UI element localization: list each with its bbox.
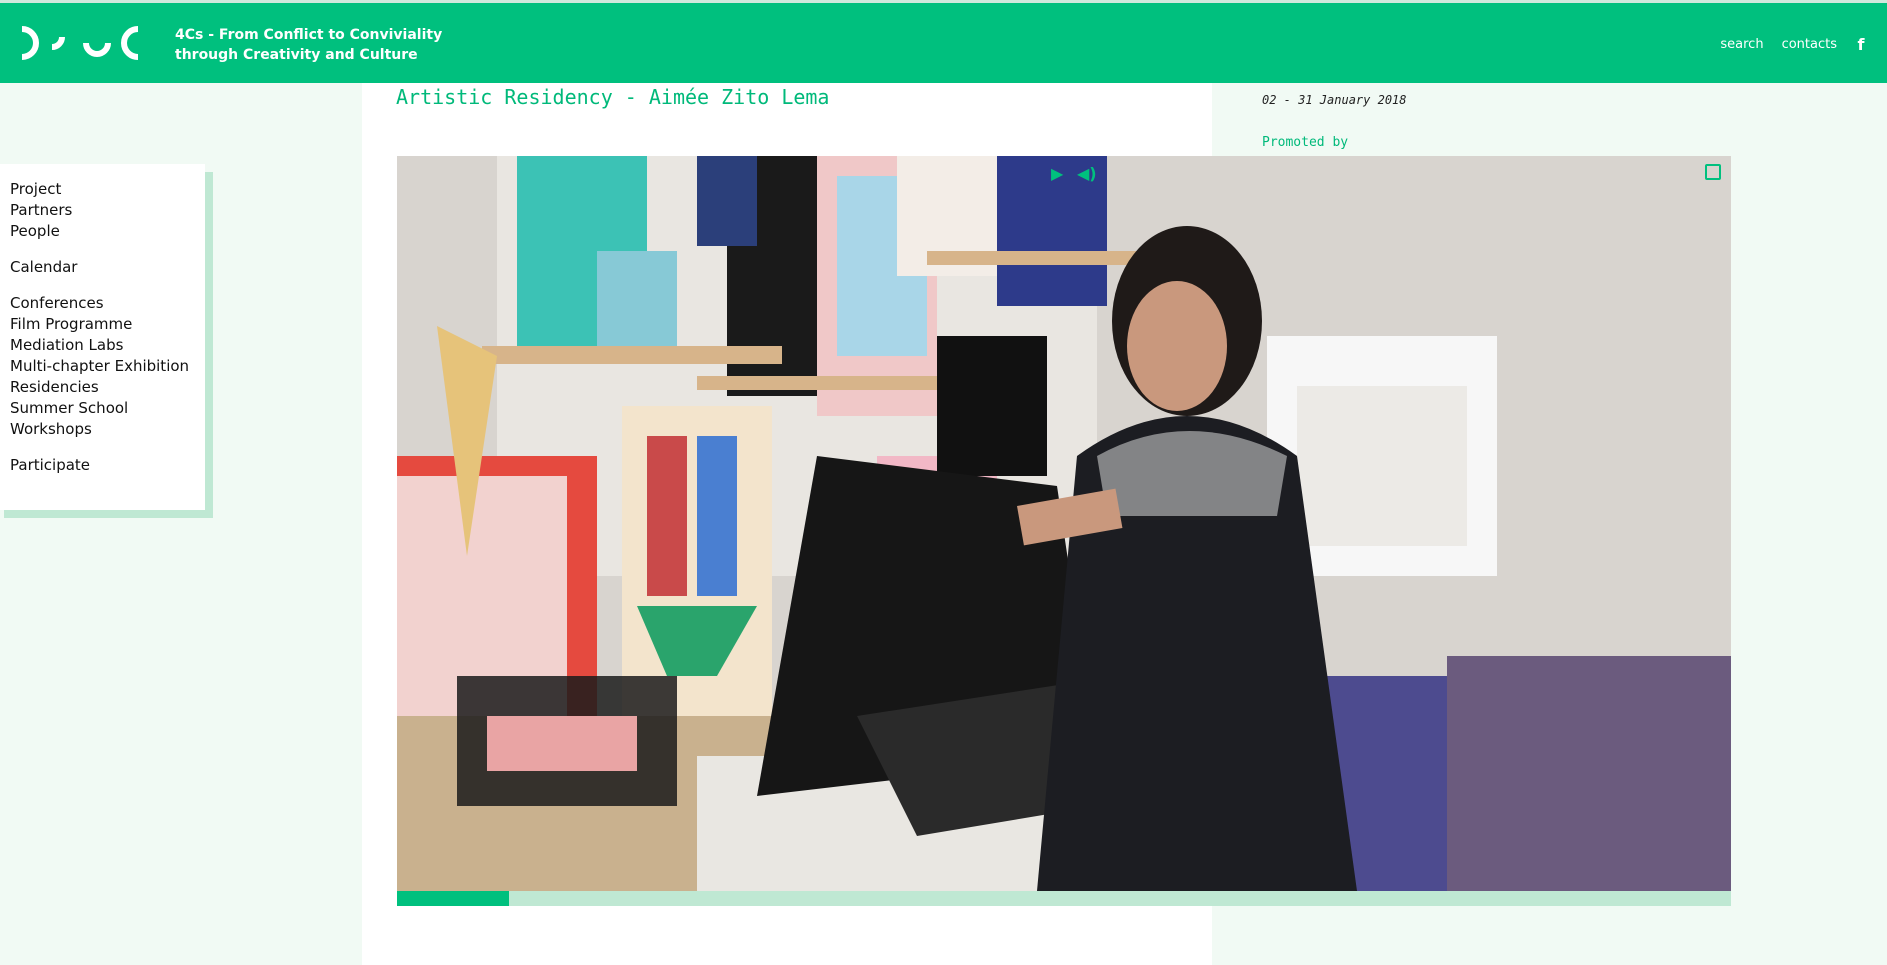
site-logo[interactable]: [18, 25, 148, 61]
article-title: Artistic Residency - Aimée Zito Lema: [396, 85, 830, 109]
menu-item-workshops[interactable]: Workshops: [10, 419, 195, 440]
menu-item-people[interactable]: People: [10, 221, 195, 242]
menu-group-participate: Participate: [10, 455, 195, 476]
menu-group-activities: Conferences Film Programme Mediation Lab…: [10, 293, 195, 440]
video-progress-bar[interactable]: [397, 891, 1731, 906]
video-player[interactable]: ▶ ◀): [397, 156, 1731, 891]
contacts-link[interactable]: contacts: [1782, 37, 1837, 52]
video-frame: [397, 156, 1731, 891]
site-title[interactable]: 4Cs - From Conflict to Conviviality thro…: [175, 25, 442, 65]
fullscreen-icon[interactable]: [1705, 164, 1721, 180]
top-header: 4Cs - From Conflict to Conviviality thro…: [0, 0, 1887, 83]
menu-item-participate[interactable]: Participate: [10, 455, 195, 476]
menu-item-residencies[interactable]: Residencies: [10, 377, 195, 398]
video-progress-fill: [397, 891, 510, 906]
menu-group-calendar: Calendar: [10, 257, 195, 278]
menu-item-calendar[interactable]: Calendar: [10, 257, 195, 278]
main-menu: Project Partners People Calendar Confere…: [0, 164, 205, 510]
top-nav: search contacts f: [1720, 35, 1867, 54]
menu-item-conferences[interactable]: Conferences: [10, 293, 195, 314]
menu-group-about: Project Partners People: [10, 179, 195, 242]
menu-item-project[interactable]: Project: [10, 179, 195, 200]
menu-item-summer-school[interactable]: Summer School: [10, 398, 195, 419]
facebook-icon[interactable]: f: [1855, 35, 1867, 54]
event-dates: 02 - 31 January 2018: [1262, 93, 1407, 107]
site-title-line2: through Creativity and Culture: [175, 47, 418, 63]
menu-item-multi-chapter-exhibition[interactable]: Multi-chapter Exhibition: [10, 356, 195, 377]
play-icon[interactable]: ▶: [1051, 164, 1063, 183]
promoted-by-label: Promoted by: [1262, 135, 1349, 150]
search-link[interactable]: search: [1720, 37, 1763, 52]
site-title-line1: 4Cs - From Conflict to Conviviality: [175, 27, 443, 43]
menu-item-film-programme[interactable]: Film Programme: [10, 314, 195, 335]
volume-icon[interactable]: ◀): [1077, 164, 1097, 183]
menu-item-partners[interactable]: Partners: [10, 200, 195, 221]
menu-item-mediation-labs[interactable]: Mediation Labs: [10, 335, 195, 356]
